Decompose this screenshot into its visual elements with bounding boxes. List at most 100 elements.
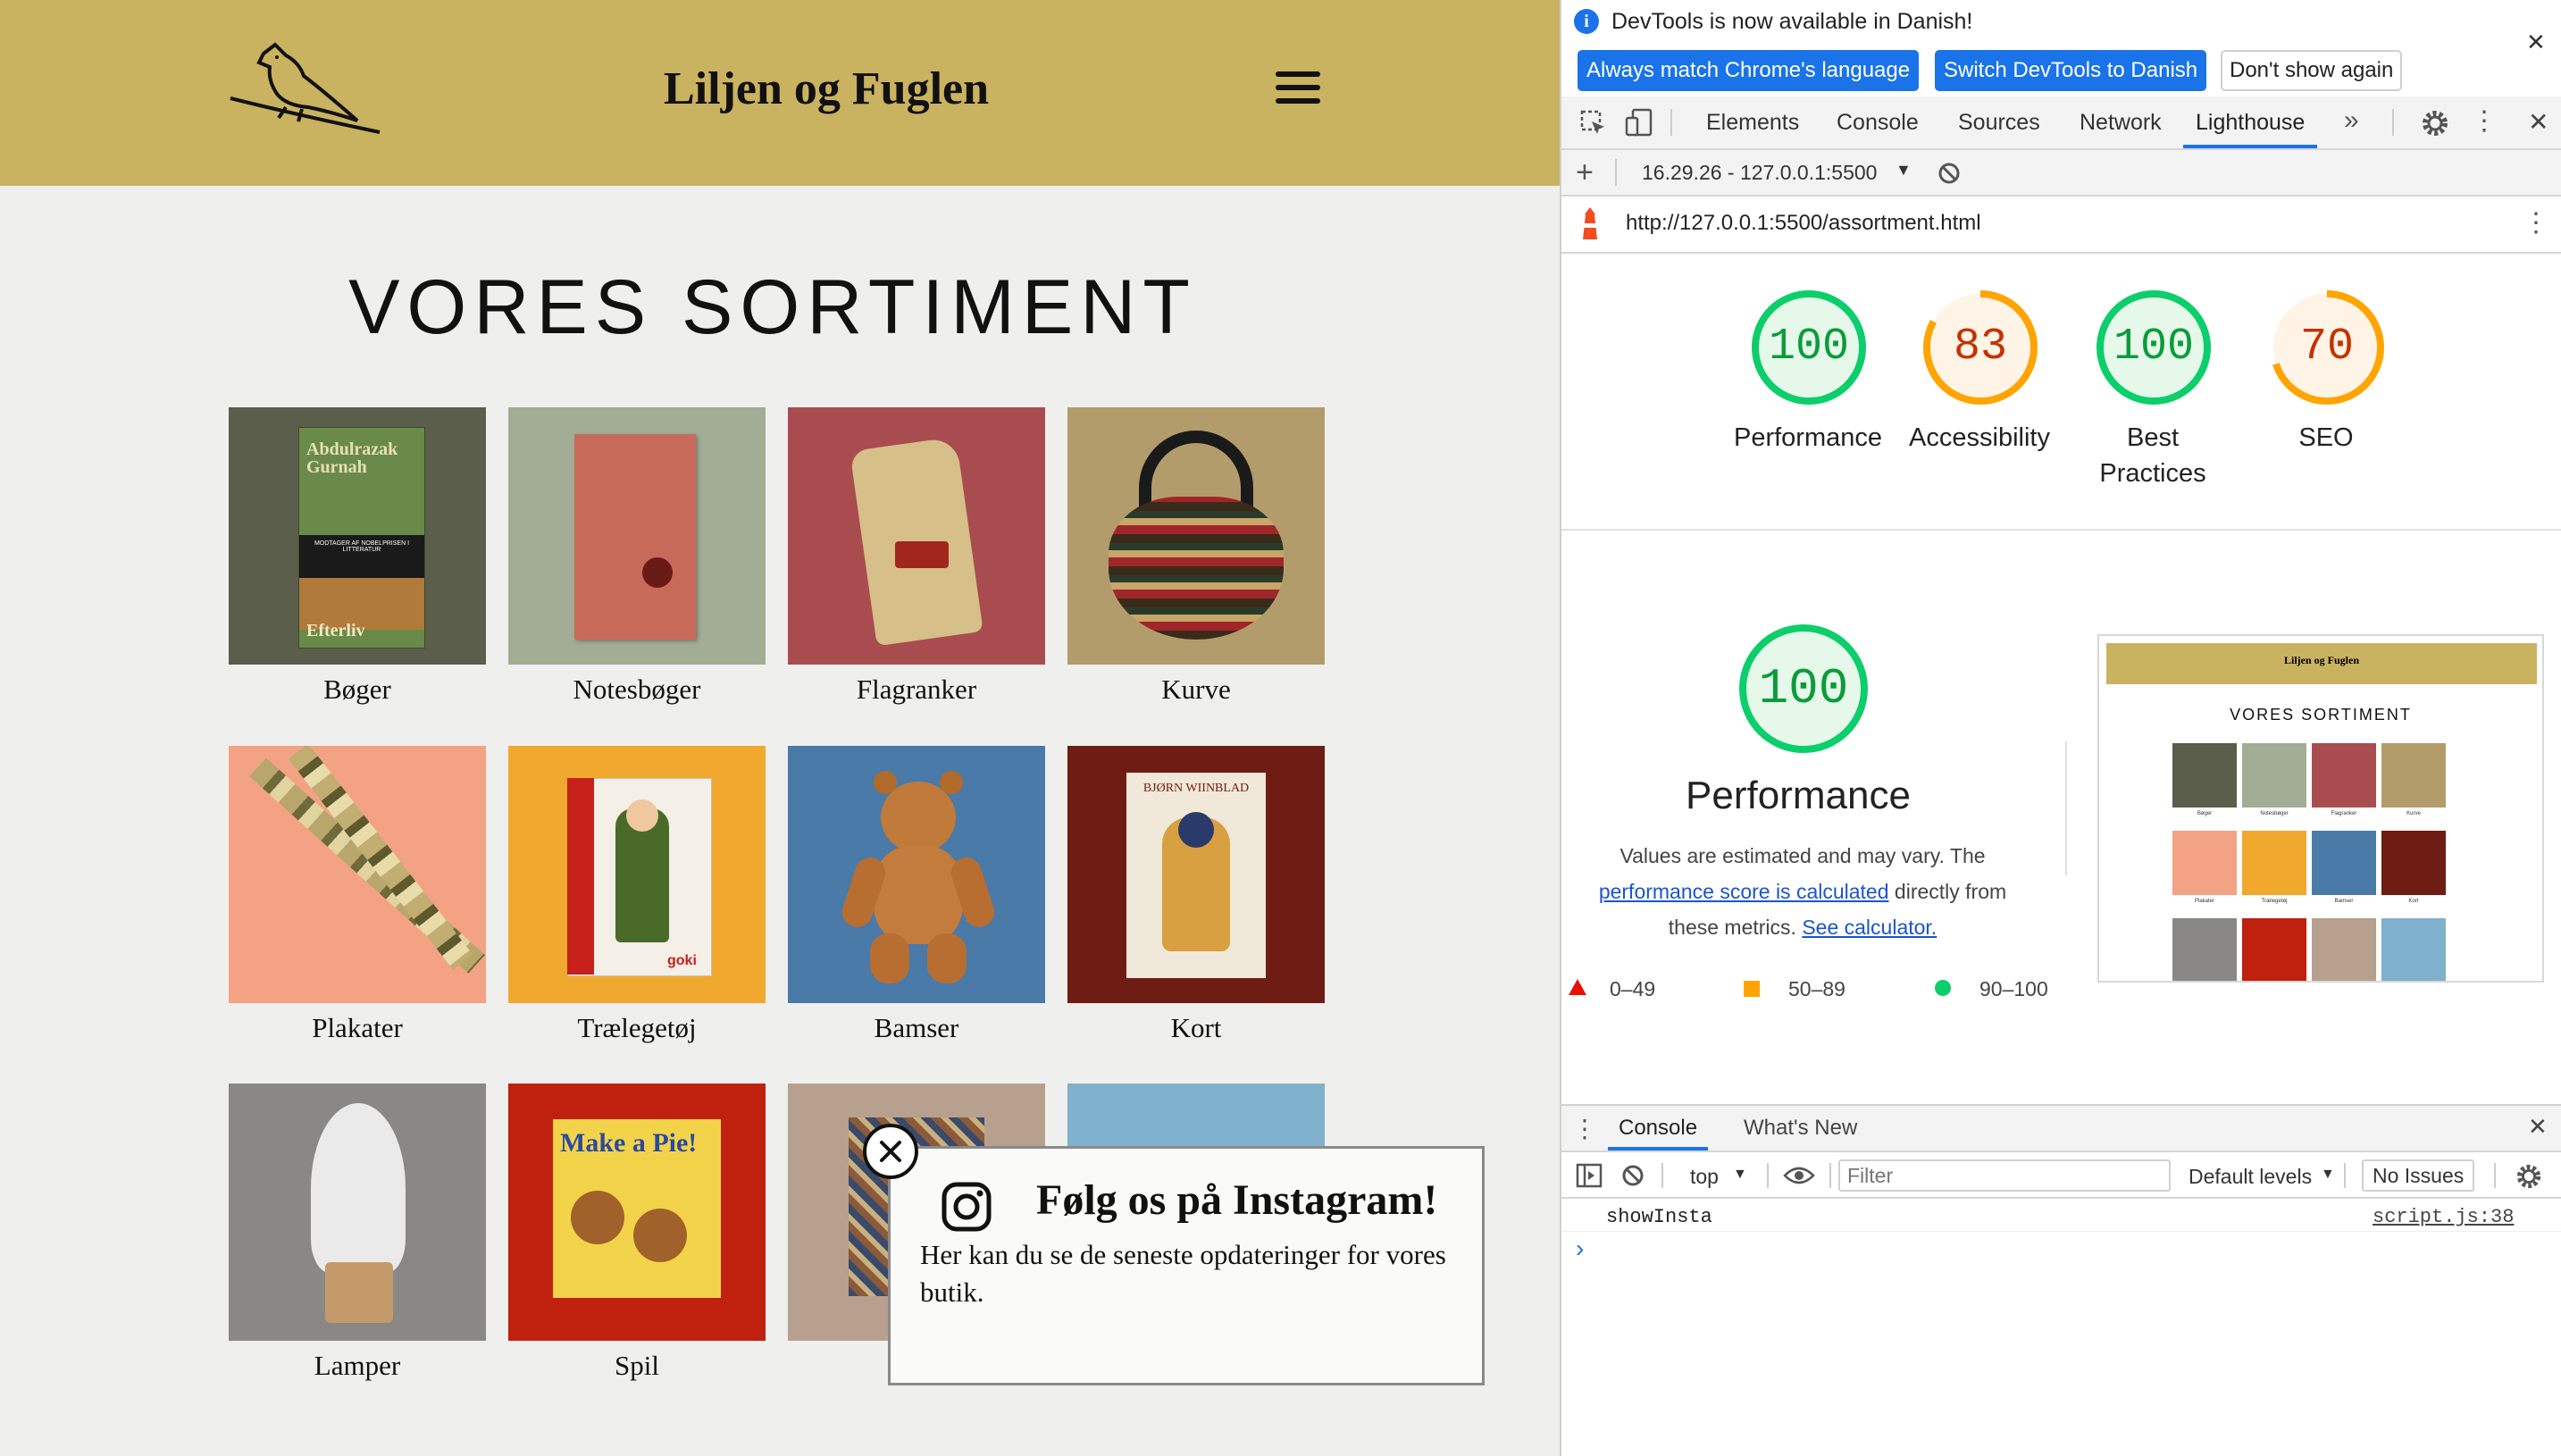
product-tile-bamser[interactable]: Bamser (788, 746, 1045, 1044)
close-devtools-icon[interactable]: ✕ (2528, 107, 2548, 137)
new-report-icon[interactable]: + (1576, 155, 1594, 189)
match-language-button[interactable]: Always match Chrome's language (1578, 50, 1920, 91)
product-tile-plakater[interactable]: Plakater (229, 746, 486, 1044)
log-levels-dropdown[interactable]: Default levels (2189, 1165, 2312, 1189)
score-gauge-performance[interactable]: 100 (1749, 288, 1869, 407)
score-label[interactable]: Performance (1719, 420, 1897, 456)
product-image-lamps[interactable] (229, 1084, 486, 1341)
tab-sources[interactable]: Sources (1958, 96, 2040, 148)
page-heading: VORES SORTIMENT (348, 264, 1197, 350)
product-caption[interactable]: Trælegetøj (508, 1012, 766, 1044)
chevron-down-icon[interactable]: ▼ (2321, 1167, 2335, 1183)
product-caption[interactable]: Flagranker (788, 674, 1045, 706)
report-url-bar: http://127.0.0.1:5500/assortment.html ⋮ (1561, 197, 2561, 254)
score-label[interactable]: SEO (2237, 420, 2415, 456)
drawer-tab-whats-new[interactable]: What's New (1744, 1106, 1857, 1151)
info-icon: i (1574, 9, 1599, 34)
score-gauge-seo[interactable]: 70 (2267, 288, 2387, 407)
dont-show-again-button[interactable]: Don't show again (2221, 50, 2403, 91)
product-caption[interactable]: Kort (1067, 1012, 1325, 1044)
report-selector[interactable]: 16.29.26 - 127.0.0.1:5500 (1642, 161, 1877, 185)
preview-thumbnail (2242, 831, 2306, 895)
score-label[interactable]: Best Practices (2093, 420, 2213, 491)
issues-button[interactable]: No Issues (2362, 1159, 2475, 1192)
product-image-flags[interactable] (788, 407, 1045, 665)
report-url[interactable]: http://127.0.0.1:5500/assortment.html (1626, 211, 1981, 236)
popup-text: Her kan du se de seneste opdateringer fo… (920, 1239, 1446, 1308)
score-value: 100 (2113, 322, 2194, 372)
product-tile-boger[interactable]: Abdulrazak Gurnah MODTAGER AF NOBELPRISE… (229, 407, 486, 706)
drawer-tab-console[interactable]: Console (1608, 1106, 1709, 1151)
close-info-icon[interactable]: ✕ (2526, 29, 2546, 56)
console-settings-icon[interactable] (2515, 1163, 2542, 1190)
console-log-source-link[interactable]: script.js:38 (2373, 1206, 2514, 1228)
pass-circle-icon (1935, 980, 1951, 996)
clear-console-icon[interactable] (1620, 1163, 1645, 1188)
report-menu-icon[interactable]: ⋮ (2523, 205, 2549, 241)
see-calculator-link[interactable]: See calculator. (1802, 916, 1937, 939)
preview-thumbnail (2312, 743, 2376, 807)
preview-title: Liljen og Fuglen (2283, 654, 2359, 666)
desc-text-1: Values are estimated and may vary. The (1619, 844, 1986, 867)
preview-heading: VORES SORTIMENT (2230, 706, 2412, 724)
product-caption[interactable]: Plakater (229, 1012, 486, 1044)
product-image-books[interactable]: Abdulrazak Gurnah MODTAGER AF NOBELPRISE… (229, 407, 486, 665)
product-caption[interactable]: Spil (508, 1350, 766, 1382)
product-caption[interactable]: Kurve (1067, 674, 1325, 706)
console-log-message: showInsta (1606, 1206, 1712, 1228)
drawer-menu-icon[interactable]: ⋮ (1572, 1111, 1597, 1147)
sidebar-toggle-icon[interactable] (1576, 1163, 1603, 1188)
product-image-notebooks[interactable] (508, 407, 766, 665)
device-toolbar-icon[interactable] (1624, 107, 1654, 138)
settings-gear-icon[interactable] (2421, 109, 2449, 138)
tab-elements[interactable]: Elements (1706, 96, 1799, 148)
kebab-menu-icon[interactable]: ⋮ (2471, 104, 2498, 139)
chevron-down-icon[interactable]: ▼ (1733, 1167, 1747, 1183)
product-caption[interactable]: Notesbøger (508, 674, 766, 706)
score-gauge-accessibility[interactable]: 83 (1921, 288, 2040, 407)
more-tabs-icon[interactable]: » (2344, 105, 2359, 136)
preview-thumbnail-caption: Trælegetøj (2261, 899, 2288, 904)
eye-icon[interactable] (1783, 1165, 1815, 1186)
site-title[interactable]: Liljen og Fuglen (0, 63, 1560, 115)
instagram-icon[interactable] (941, 1181, 992, 1233)
product-image-wooden-toys[interactable]: goki (508, 746, 766, 1003)
product-caption[interactable]: Bamser (788, 1012, 1045, 1044)
product-caption[interactable]: Bøger (229, 674, 486, 706)
product-tile-spil[interactable]: Make a Pie! Spil (508, 1084, 766, 1382)
product-tile-kurve[interactable]: Kurve (1067, 407, 1325, 706)
popup-close-button[interactable] (863, 1124, 918, 1179)
console-prompt[interactable]: › (1576, 1234, 1584, 1263)
hamburger-menu-icon[interactable] (1276, 71, 1320, 104)
product-caption[interactable]: Lamper (229, 1350, 486, 1382)
book-badge: MODTAGER AF NOBELPRISEN I LITTERATUR (314, 540, 410, 553)
tab-lighthouse[interactable]: Lighthouse (2183, 96, 2318, 148)
product-tile-flagranker[interactable]: Flagranker (788, 407, 1045, 706)
product-image-baskets[interactable] (1067, 407, 1325, 665)
product-image-teddy-bears[interactable] (788, 746, 1045, 1003)
close-drawer-icon[interactable]: ✕ (2528, 1113, 2548, 1141)
tab-network[interactable]: Network (2080, 96, 2162, 148)
clear-reports-icon[interactable] (1937, 161, 1962, 186)
legend-pass: 90–100 (1979, 977, 2048, 1000)
product-image-games[interactable]: Make a Pie! (508, 1084, 766, 1341)
switch-danish-button[interactable]: Switch DevTools to Danish (1935, 50, 2207, 91)
product-tile-kort[interactable]: BJØRN WIINBLAD Kort (1067, 746, 1325, 1044)
tab-console[interactable]: Console (1837, 96, 1919, 148)
product-image-cards[interactable]: BJØRN WIINBLAD (1067, 746, 1325, 1003)
performance-description: Values are estimated and may vary. The p… (1579, 838, 2026, 945)
page-screenshot-preview[interactable]: Liljen og Fuglen VORES SORTIMENT Bøger No… (2097, 634, 2544, 983)
product-tile-traelegetoj[interactable]: goki Trælegetøj (508, 746, 766, 1044)
preview-thumbnail (2172, 918, 2237, 981)
product-image-posters[interactable] (229, 746, 486, 1003)
product-tile-notesboger[interactable]: Notesbøger (508, 407, 766, 706)
chevron-down-icon[interactable]: ▼ (1896, 161, 1912, 180)
score-gauge-best-practices[interactable]: 100 (2094, 288, 2214, 407)
context-selector[interactable]: top (1690, 1165, 1719, 1189)
inspect-element-icon[interactable] (1579, 109, 1608, 138)
preview-thumbnail (2381, 831, 2446, 895)
console-filter-input[interactable] (1838, 1159, 2171, 1192)
product-tile-lamper[interactable]: Lamper (229, 1084, 486, 1382)
score-label[interactable]: Accessibility (1890, 420, 2069, 456)
score-calculated-link[interactable]: performance score is calculated (1599, 880, 1889, 903)
